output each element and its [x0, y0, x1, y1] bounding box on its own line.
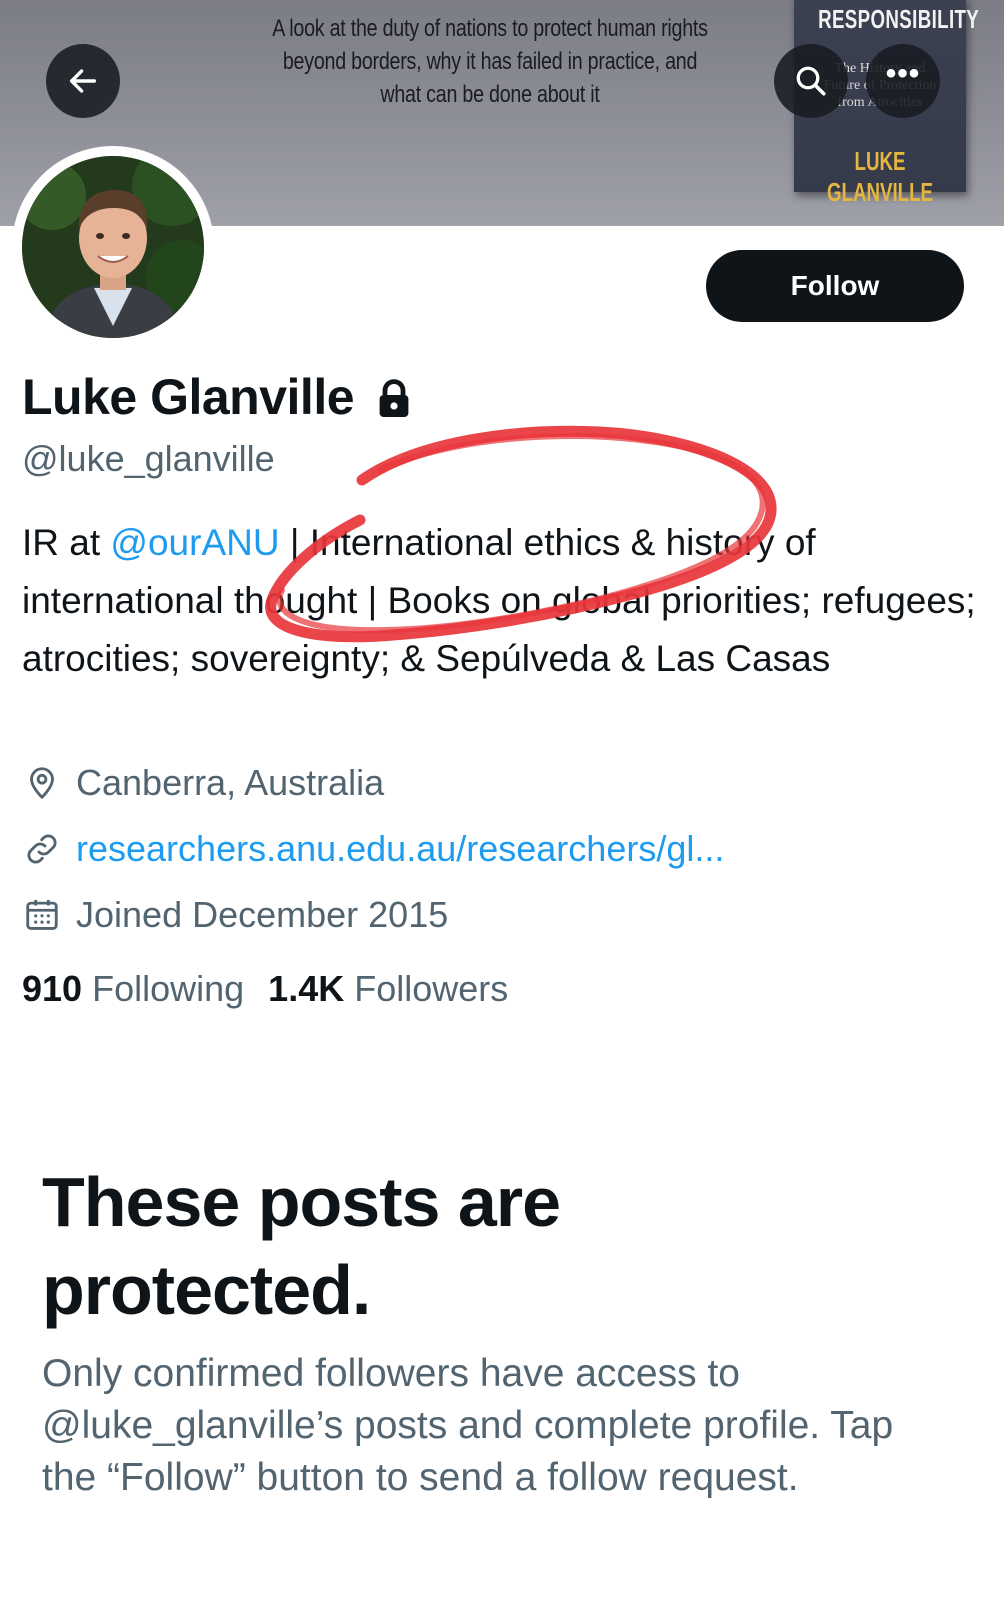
- back-button[interactable]: [46, 44, 120, 118]
- search-button[interactable]: [774, 44, 848, 118]
- bio-prefix: IR at: [22, 522, 111, 563]
- followers-label: Followers: [354, 968, 509, 1009]
- lock-icon: [379, 379, 409, 417]
- avatar-portrait: [22, 156, 204, 338]
- joined-text: Joined December 2015: [76, 894, 449, 935]
- bio-mention-link[interactable]: @ourANU: [110, 522, 279, 563]
- book-author: LUKE GLANVILLE: [826, 146, 934, 207]
- website-link[interactable]: researchers.anu.edu.au/researchers/gl...: [76, 828, 724, 870]
- follow-stats: 910 Following 1.4K Followers: [22, 968, 532, 1010]
- avatar[interactable]: [12, 146, 214, 348]
- follow-button[interactable]: Follow: [706, 250, 964, 322]
- more-options-button[interactable]: •••: [866, 44, 940, 118]
- following-stat[interactable]: 910 Following: [22, 968, 244, 1010]
- arrow-left-icon: [69, 69, 97, 93]
- followers-stat[interactable]: 1.4K Followers: [268, 968, 508, 1010]
- protected-title: These posts are protected.: [42, 1163, 561, 1329]
- location-text: Canberra, Australia: [76, 762, 385, 803]
- search-icon: [796, 66, 826, 96]
- book-title: RESPONSIBILITY: [818, 4, 980, 34]
- calendar-icon: [22, 895, 62, 935]
- display-name: Luke Glanville: [22, 369, 355, 425]
- profile-website[interactable]: researchers.anu.edu.au/researchers/gl...: [22, 828, 724, 870]
- profile-bio: IR at @ourANU | International ethics & h…: [22, 514, 982, 688]
- profile-handle: @luke_glanville: [22, 438, 275, 479]
- profile-name-row: Luke Glanville: [22, 368, 412, 426]
- following-label: Following: [92, 968, 245, 1009]
- banner-tagline: A look at the duty of nations to protect…: [272, 15, 708, 108]
- followers-count: 1.4K: [268, 968, 345, 1009]
- following-count: 910: [22, 968, 83, 1009]
- profile-location: Canberra, Australia: [22, 762, 384, 804]
- profile-joined: Joined December 2015: [22, 894, 448, 936]
- protected-description: Only confirmed followers have access to …: [42, 1352, 894, 1499]
- location-pin-icon: [22, 763, 62, 803]
- more-icon: •••: [885, 57, 921, 90]
- avatar-photo: [22, 156, 204, 338]
- link-icon: [22, 829, 62, 869]
